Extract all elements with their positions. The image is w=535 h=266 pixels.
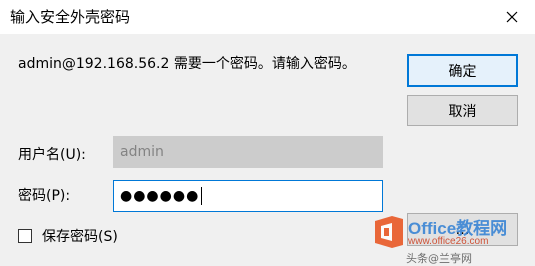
password-prompt-message: admin@192.168.56.2 需要一个密码。请输入密码。 bbox=[18, 56, 356, 72]
password-field[interactable]: ●●●●●● bbox=[113, 180, 383, 212]
close-icon bbox=[506, 8, 518, 27]
cancel-button[interactable]: 取消 bbox=[407, 95, 518, 126]
username-field: admin bbox=[113, 136, 383, 168]
watermark: Office教程网 www.office26.com 头条@兰亭网 bbox=[372, 212, 532, 265]
close-button[interactable] bbox=[489, 0, 535, 34]
username-label: 用户名(U): bbox=[18, 147, 86, 163]
title-bar: 输入安全外壳密码 bbox=[0, 0, 535, 34]
watermark-footer: 头条@兰亭网 bbox=[406, 252, 472, 265]
password-mask: ●●●●●● bbox=[120, 188, 200, 204]
window-title: 输入安全外壳密码 bbox=[10, 8, 131, 26]
save-password-checkbox[interactable] bbox=[18, 229, 32, 243]
ok-button[interactable]: 确定 bbox=[407, 54, 518, 87]
watermark-url: www.office26.com bbox=[408, 236, 489, 247]
password-label: 密码(P): bbox=[18, 188, 71, 204]
save-password-label[interactable]: 保存密码(S) bbox=[42, 227, 118, 247]
username-value: admin bbox=[120, 144, 164, 160]
text-caret bbox=[201, 187, 203, 205]
